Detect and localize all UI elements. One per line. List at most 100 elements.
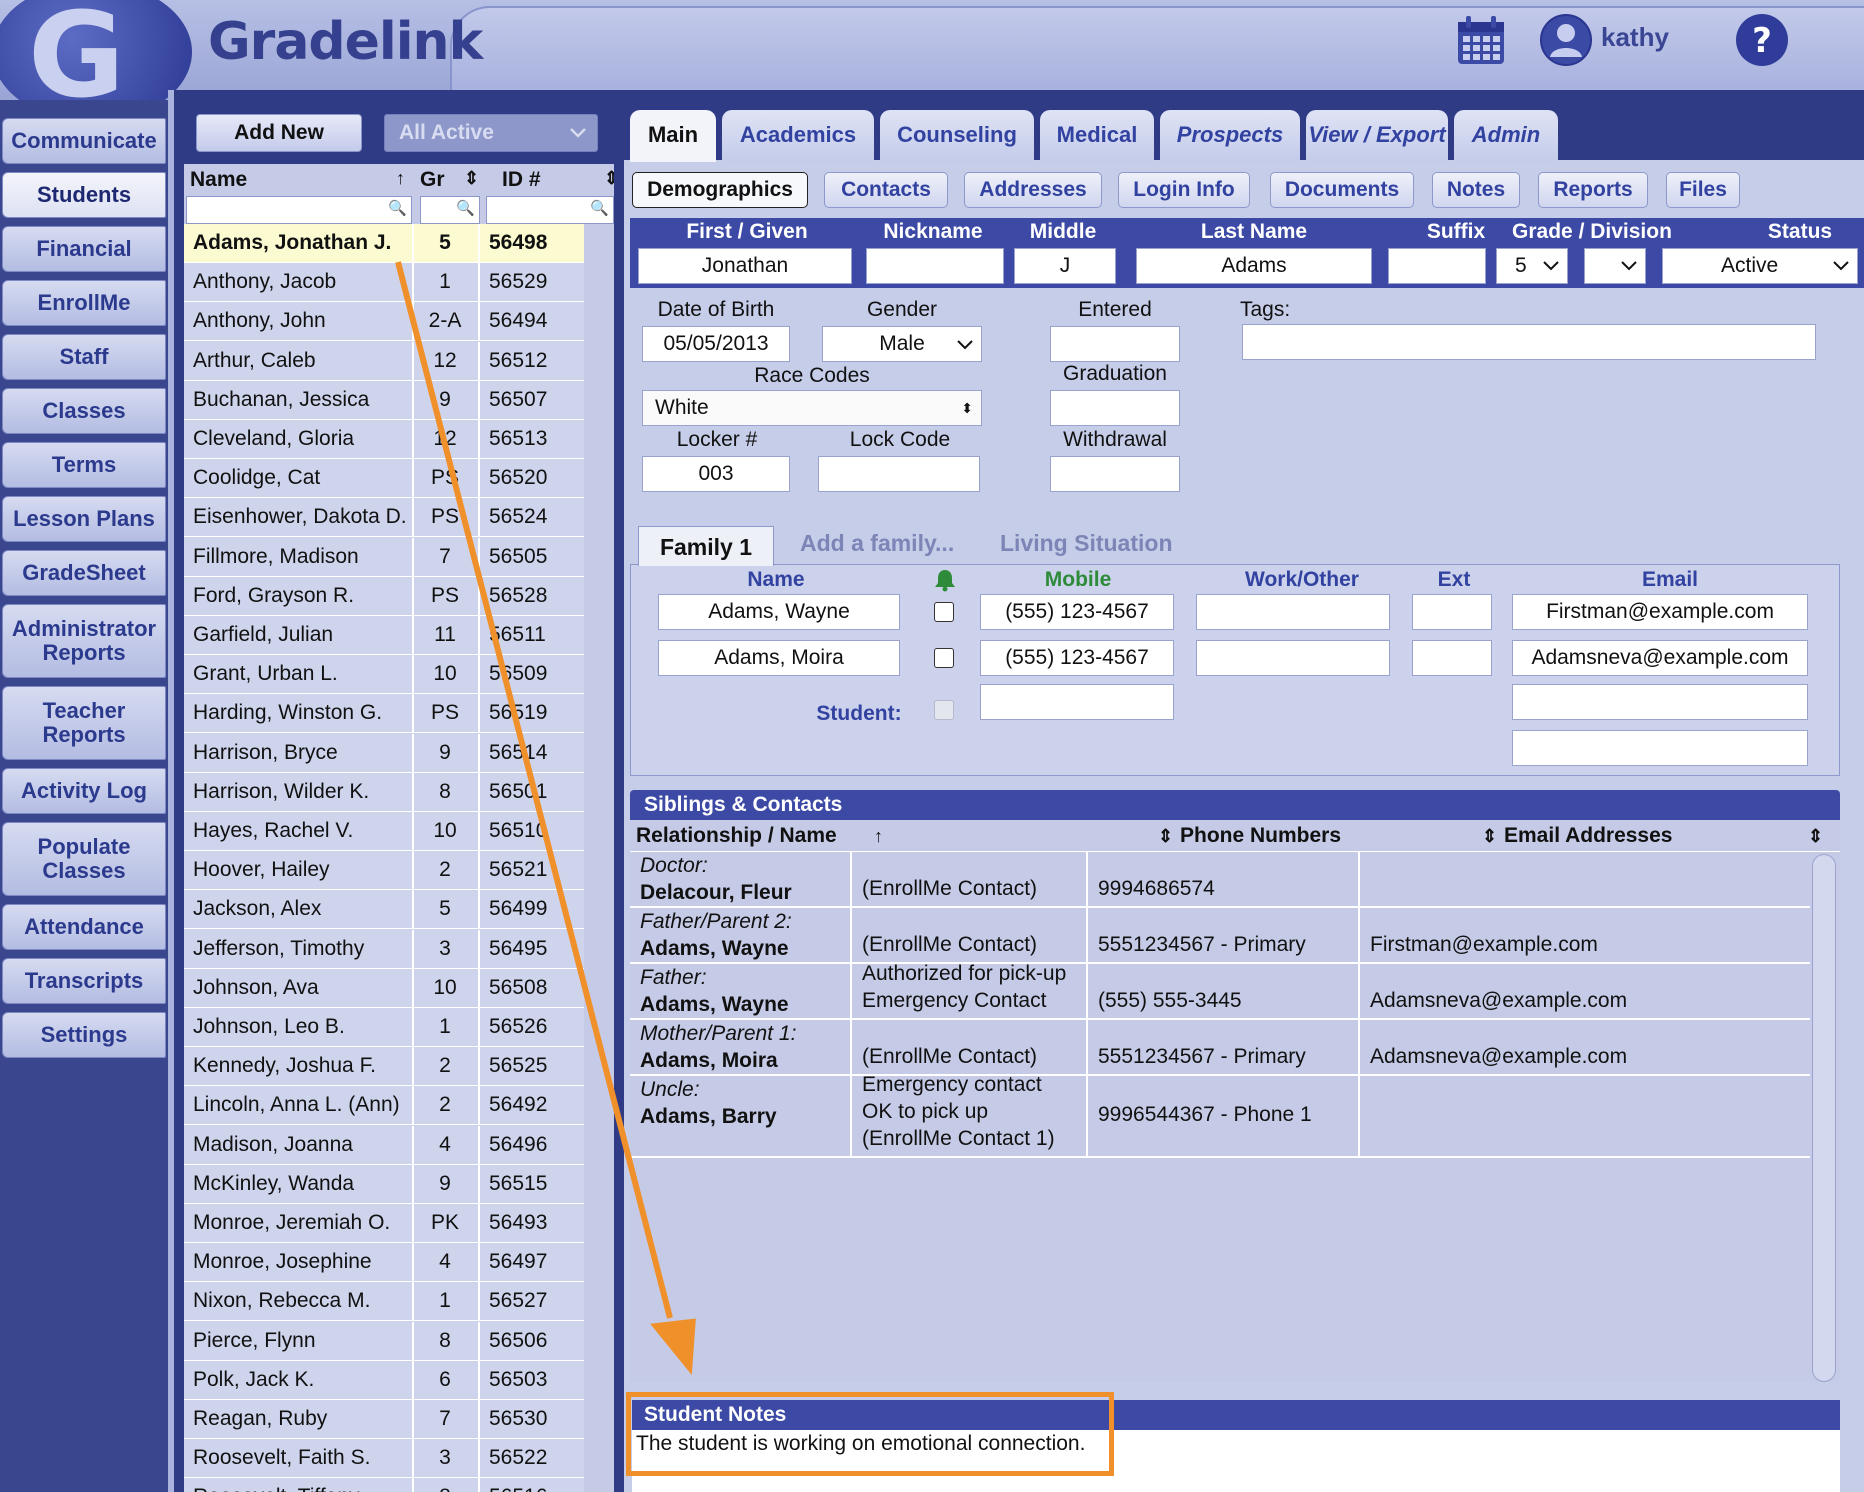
work-field[interactable] [1196, 594, 1390, 630]
calendar-icon[interactable] [1456, 14, 1506, 66]
student-row[interactable]: Lincoln, Anna L. (Ann) 2 56492 [184, 1086, 584, 1126]
student-row[interactable]: Roosevelt, Tiffany856516 [184, 1478, 584, 1492]
student-row[interactable]: Jackson, Alex 5 56499 [184, 890, 584, 930]
user-avatar-icon[interactable] [1538, 12, 1594, 68]
tab-counseling[interactable]: Counseling [880, 110, 1034, 162]
add-new-button[interactable]: Add New [196, 114, 362, 152]
siblings-scroll-thumb[interactable] [1812, 854, 1836, 1382]
middle-field[interactable]: J [1014, 248, 1116, 284]
nav-staff[interactable]: Staff [2, 334, 166, 380]
subtab-addresses[interactable]: Addresses [964, 172, 1102, 208]
student-row[interactable]: Monroe, Jeremiah O. PK 56493 [184, 1204, 584, 1243]
student-row[interactable]: Fillmore, Madison 7 56505 [184, 537, 584, 577]
student-row[interactable]: Anthony, John 2-A 56494 [184, 302, 584, 342]
nav-terms[interactable]: Terms [2, 442, 166, 488]
contact-email[interactable]: Firstman@example.com [1370, 931, 1810, 958]
work-field[interactable] [1196, 640, 1390, 676]
column-name-header[interactable]: Name [190, 168, 247, 192]
notify-checkbox[interactable] [934, 648, 954, 668]
student-row[interactable]: Pierce, Flynn 8 56506 [184, 1321, 584, 1361]
student-row[interactable]: Eisenhower, Dakota D. PS 56524 [184, 498, 584, 538]
suffix-field[interactable] [1388, 248, 1486, 284]
student-row[interactable]: Buchanan, Jessica 9 56507 [184, 380, 584, 420]
nav-students[interactable]: Students [2, 172, 166, 218]
dob-field[interactable]: 05/05/2013 [642, 326, 790, 362]
division-select[interactable] [1584, 248, 1646, 284]
sort-icon[interactable]: ⇕ [1808, 820, 1823, 852]
student-mobile-field[interactable] [980, 684, 1174, 720]
student-row[interactable]: Polk, Jack K. 6 56503 [184, 1360, 584, 1400]
tab-main[interactable]: Main [630, 110, 716, 162]
student-row[interactable]: Roosevelt, Faith S. 3 56522 [184, 1439, 584, 1479]
family-member-name-field[interactable]: Adams, Moira [658, 640, 900, 676]
nav-attendance[interactable]: Attendance [2, 904, 166, 950]
mobile-field[interactable]: (555) 123-4567 [980, 594, 1174, 630]
student-row[interactable]: Garfield, Julian 11 56511 [184, 616, 584, 655]
email-field[interactable]: Adamsneva@example.com [1512, 640, 1808, 676]
student-row[interactable]: Reagan, Ruby 7 56530 [184, 1400, 584, 1439]
nickname-field[interactable] [866, 248, 1004, 284]
contact-row[interactable]: Father/Parent 2: Adams, Wayne (EnrollMe Co… [630, 908, 1810, 964]
student-row[interactable]: Anthony, Jacob 1 56529 [184, 263, 584, 303]
tab-medical[interactable]: Medical [1040, 110, 1154, 162]
sort-asc-icon[interactable]: ↑ [874, 820, 883, 852]
subtab-reports[interactable]: Reports [1538, 172, 1648, 208]
nav-gradesheet[interactable]: GradeSheet [2, 550, 166, 596]
subtab-notes[interactable]: Notes [1432, 172, 1520, 208]
grade-select[interactable]: 5 [1496, 248, 1568, 284]
student-checkbox[interactable] [934, 700, 954, 720]
student-row[interactable]: Cleveland, Gloria 12 56513 [184, 420, 584, 459]
ext-field[interactable] [1412, 594, 1492, 630]
student-list-scrollbar[interactable] [584, 224, 614, 1492]
grade-filter-input[interactable]: 🔍 [420, 196, 480, 224]
nav-administrator-reports[interactable]: Administrator Reports [2, 604, 166, 678]
student-row[interactable]: Nixon, Rebecca M. 1 56527 [184, 1282, 584, 1322]
student-filter-select[interactable]: All Active [384, 114, 598, 152]
student-row[interactable]: Arthur, Caleb 12 56512 [184, 341, 584, 381]
student-row[interactable]: Coolidge, Cat PS 56520 [184, 459, 584, 499]
entered-field[interactable] [1050, 326, 1180, 362]
gender-select[interactable]: Male [822, 326, 982, 362]
withdrawal-field[interactable] [1050, 456, 1180, 492]
phone-header[interactable]: Phone Numbers [1180, 820, 1341, 852]
email-addresses-header[interactable]: Email Addresses [1504, 820, 1672, 852]
tab-academics[interactable]: Academics [722, 110, 874, 162]
nav-transcripts[interactable]: Transcripts [2, 958, 166, 1004]
tab-view-export[interactable]: View / Export [1306, 110, 1448, 162]
nav-financial[interactable]: Financial [2, 226, 166, 272]
student-row[interactable]: Harrison, Bryce 9 56514 [184, 733, 584, 773]
student-row[interactable]: Jefferson, Timothy 3 56495 [184, 929, 584, 969]
tab-family-1[interactable]: Family 1 [638, 526, 774, 566]
student-row[interactable]: Johnson, Ava 10 56508 [184, 968, 584, 1008]
subtab-files[interactable]: Files [1666, 172, 1740, 208]
tags-field[interactable] [1242, 324, 1816, 360]
student-row[interactable]: Ford, Grayson R. PS 56528 [184, 576, 584, 616]
student-row[interactable]: Harding, Winston G. PS 56519 [184, 694, 584, 734]
nav-enrollme[interactable]: EnrollMe [2, 280, 166, 326]
name-filter-input[interactable]: 🔍 [186, 196, 412, 224]
race-codes-select[interactable]: White ⬍ [642, 390, 982, 426]
ext-field[interactable] [1412, 640, 1492, 676]
tab-admin[interactable]: Admin [1454, 110, 1558, 162]
notify-checkbox[interactable] [934, 602, 954, 622]
contact-row[interactable]: Father: Adams, Wayne Authorized for pick-u… [630, 962, 1810, 1020]
last-name-field[interactable]: Adams [1136, 248, 1372, 284]
mobile-field[interactable]: (555) 123-4567 [980, 640, 1174, 676]
nav-communicate[interactable]: Communicate [2, 118, 166, 164]
student-row[interactable]: Monroe, Josephine 4 56497 [184, 1243, 584, 1283]
student-row[interactable]: Johnson, Leo B. 1 56526 [184, 1008, 584, 1047]
contact-row[interactable]: Uncle: Adams, Barry Emergency contact OK to… [630, 1073, 1810, 1158]
sort-icon[interactable]: ⇕ [1158, 820, 1173, 852]
family-member-name-field[interactable]: Adams, Wayne [658, 594, 900, 630]
student-row[interactable]: Madison, Joanna 4 56496 [184, 1125, 584, 1165]
relationship-header[interactable]: Relationship / Name [636, 820, 837, 852]
nav-populate-classes[interactable]: Populate Classes [2, 822, 166, 896]
student-row[interactable]: Grant, Urban L. 10 56509 [184, 655, 584, 695]
student-row[interactable]: Hoover, Hailey 2 56521 [184, 851, 584, 891]
nav-lesson-plans[interactable]: Lesson Plans [2, 496, 166, 542]
student-row[interactable]: Kennedy, Joshua F. 2 56525 [184, 1047, 584, 1087]
lock-code-field[interactable] [818, 456, 980, 492]
email-field[interactable]: Firstman@example.com [1512, 594, 1808, 630]
graduation-field[interactable] [1050, 390, 1180, 426]
id-filter-input[interactable]: 🔍 [486, 196, 614, 224]
